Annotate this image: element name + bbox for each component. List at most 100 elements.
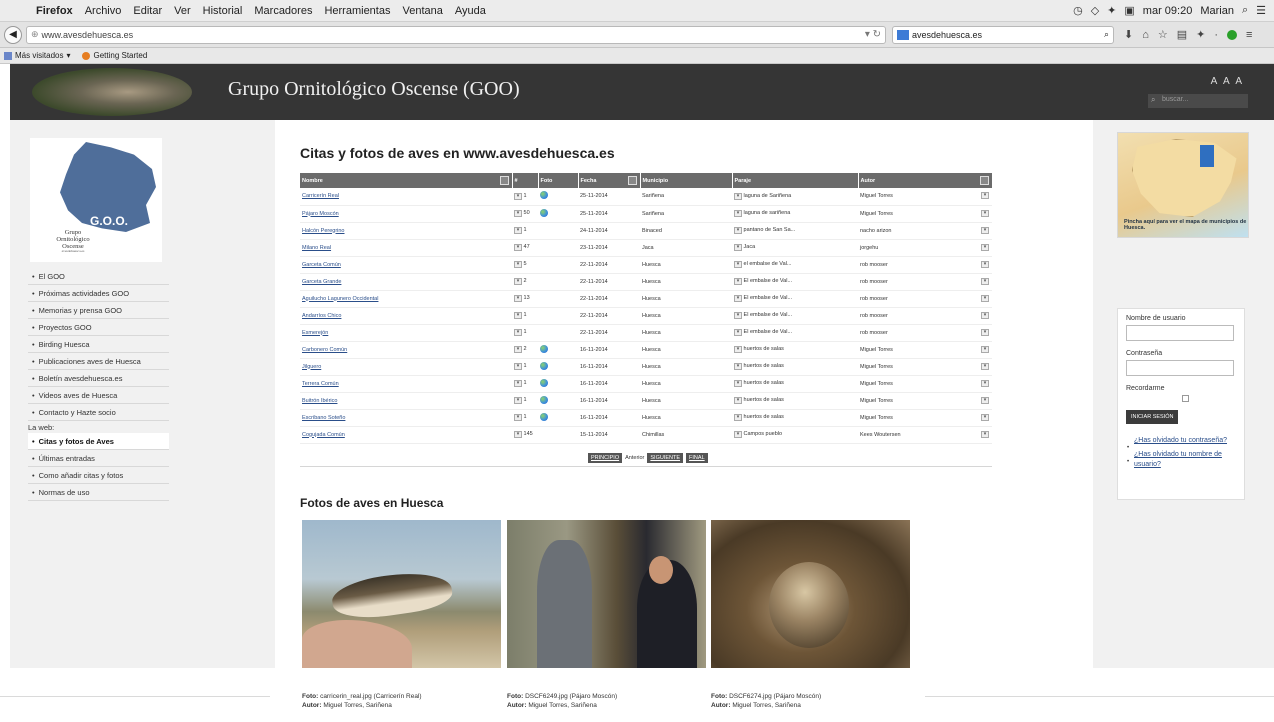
filter-icon[interactable]: ▾ xyxy=(981,243,989,251)
url-text[interactable]: www.avesdehuesca.es xyxy=(42,30,865,40)
site-search-input[interactable]: ⌕ buscar... xyxy=(1148,94,1248,108)
filter-icon[interactable]: ▾ xyxy=(734,312,742,319)
filter-icon[interactable]: ▾ xyxy=(514,192,522,200)
sidebar-item-birding-huesca[interactable]: • Birding Huesca xyxy=(28,336,169,353)
filter-icon[interactable]: ▾ xyxy=(981,226,989,234)
table-row[interactable]: Escribano Soteño ▾ 1 16-11-2014 Huesca ▾ hue… xyxy=(300,409,992,427)
map-caption[interactable]: Pincha aquí para ver el mapa de municipi… xyxy=(1124,219,1248,232)
dot-icon[interactable]: · xyxy=(1214,29,1218,41)
bookmark-getting-started[interactable]: Getting Started xyxy=(82,51,147,60)
user-name[interactable]: Marian xyxy=(1200,5,1234,17)
cell-nombre[interactable]: Jilguero xyxy=(300,358,512,376)
col-header-foto[interactable]: Foto xyxy=(538,173,579,188)
filter-icon[interactable]: ▾ xyxy=(981,294,989,302)
col-header-paraje[interactable]: Paraje xyxy=(732,173,859,188)
cell-nombre[interactable]: Garceta Común xyxy=(300,256,512,274)
sort-icon[interactable] xyxy=(499,176,509,185)
site-title[interactable]: Grupo Ornitológico Oscense (GOO) xyxy=(228,78,520,101)
sidebar-item-el-goo[interactable]: • El GOO xyxy=(28,268,169,285)
menu-herramientas[interactable]: Herramientas xyxy=(318,5,396,17)
sync-icon[interactable]: ◷ xyxy=(1073,4,1083,17)
header-owl-image[interactable] xyxy=(32,68,192,116)
filter-icon[interactable]: ▾ xyxy=(981,413,989,421)
pocket-icon[interactable]: ▤ xyxy=(1177,28,1187,41)
filter-icon[interactable]: ▾ xyxy=(734,397,742,404)
cell-nombre[interactable]: Terrera Común xyxy=(300,375,512,393)
filter-icon[interactable]: ▾ xyxy=(514,261,522,268)
filter-icon[interactable]: ▾ xyxy=(514,346,522,353)
cell-nombre[interactable]: Escribano Soteño xyxy=(300,409,512,427)
display-icon[interactable]: ▣ xyxy=(1124,4,1134,17)
hamburger-menu-icon[interactable]: ≡ xyxy=(1246,29,1252,41)
pager-first-button[interactable]: PRINCIPIO xyxy=(588,453,623,463)
filter-icon[interactable]: ▾ xyxy=(514,380,522,387)
filter-icon[interactable]: ▾ xyxy=(734,192,742,200)
filter-icon[interactable]: ▾ xyxy=(734,329,742,336)
table-row[interactable]: Pájaro Moscón ▾ 50 25-11-2014 Sariñena ▾ lag… xyxy=(300,205,992,223)
menu-archivo[interactable]: Archivo xyxy=(79,5,128,17)
col-header-nombre[interactable]: Nombre xyxy=(300,173,513,188)
filter-icon[interactable]: ▾ xyxy=(514,312,522,319)
table-row[interactable]: Esmerejón ▾ 1 22-11-2014 Huesca ▾ El embalse… xyxy=(300,324,992,342)
table-row[interactable]: Aguilucho Lagunero Occidental ▾ 13 22-11-2… xyxy=(300,290,992,308)
photo-icon[interactable] xyxy=(540,191,548,200)
filter-icon[interactable]: ▾ xyxy=(734,210,742,217)
filter-icon[interactable]: ▾ xyxy=(981,260,989,268)
spotlight-icon[interactable]: ⌕ xyxy=(1242,4,1248,17)
bird-photo-3[interactable] xyxy=(711,520,910,668)
filter-icon[interactable]: ▾ xyxy=(514,295,522,302)
sidebar-item-proyectos[interactable]: • Proyectos GOO xyxy=(28,319,169,336)
filter-icon[interactable]: ▾ xyxy=(514,329,522,336)
menu-ayuda[interactable]: Ayuda xyxy=(449,5,492,17)
filter-icon[interactable]: ▾ xyxy=(734,278,742,285)
sidebar-item-proximas-actividades[interactable]: • Próximas actividades GOO xyxy=(28,285,169,302)
clock[interactable]: mar 09:20 xyxy=(1143,5,1193,17)
sidebar-item-normas[interactable]: • Normas de uso xyxy=(28,484,169,501)
sidebar-item-memorias-prensa[interactable]: • Memorias y prensa GOO xyxy=(28,302,169,319)
download-icon[interactable]: ⬇ xyxy=(1124,28,1133,41)
menu-marcadores[interactable]: Marcadores xyxy=(248,5,318,17)
filter-icon[interactable]: ▾ xyxy=(734,380,742,387)
filter-icon[interactable]: ▾ xyxy=(981,396,989,404)
bluetooth-icon[interactable]: ✦ xyxy=(1107,4,1116,17)
filter-icon[interactable]: ▾ xyxy=(981,277,989,285)
filter-icon[interactable]: ▾ xyxy=(734,261,742,268)
cell-nombre[interactable]: Halcón Peregrino xyxy=(300,222,512,240)
bookmark-star-icon[interactable]: ☆ xyxy=(1158,28,1168,41)
forgot-username-link[interactable]: • ¿Has olvidado tu nombre de usuario? xyxy=(1127,450,1236,469)
table-row[interactable]: Carricerín Real ▾ 1 25-11-2014 Sariñena ▾ la… xyxy=(300,188,992,206)
filter-icon[interactable]: ▾ xyxy=(514,244,522,251)
filter-icon[interactable]: ▾ xyxy=(734,346,742,353)
table-row[interactable]: Carbonero Común ▾ 2 16-11-2014 Huesca ▾ huer… xyxy=(300,341,992,359)
sidebar-item-videos[interactable]: • Videos aves de Huesca xyxy=(28,387,169,404)
col-header-num[interactable]: # xyxy=(512,173,539,188)
status-green-icon[interactable] xyxy=(1227,29,1238,40)
filter-icon[interactable]: ▾ xyxy=(514,227,522,234)
municipios-map-link[interactable]: Pincha aquí para ver el mapa de municipi… xyxy=(1117,132,1249,238)
filter-icon[interactable]: ▾ xyxy=(734,227,742,234)
sidebar-item-boletin[interactable]: • Boletín avesdehuesca.es xyxy=(28,370,169,387)
sidebar-item-citas-fotos[interactable]: • Citas y fotos de Aves xyxy=(28,433,169,450)
filter-icon[interactable]: ▾ xyxy=(734,414,742,421)
search-icon[interactable]: ⌕ xyxy=(1104,29,1109,40)
filter-icon[interactable]: ▾ xyxy=(981,345,989,353)
filter-icon[interactable]: ▾ xyxy=(981,209,989,217)
cell-nombre[interactable]: Carricerín Real xyxy=(300,188,512,206)
home-icon[interactable]: ⌂ xyxy=(1142,29,1149,41)
menu-app-name[interactable]: Firefox xyxy=(30,5,79,17)
filter-icon[interactable]: ▾ xyxy=(734,295,742,302)
goo-logo[interactable]: G.O.O. Grupo Ornitológico Oscense avesde… xyxy=(30,138,162,262)
table-row[interactable]: Garceta Común ▾ 5 22-11-2014 Huesca ▾ el emb… xyxy=(300,256,992,274)
table-row[interactable]: Garceta Grande ▾ 2 22-11-2014 Huesca ▾ El em… xyxy=(300,273,992,291)
table-row[interactable]: Buitrón Ibérico ▾ 1 16-11-2014 Huesca ▾ huer… xyxy=(300,392,992,410)
table-row[interactable]: Milano Real ▾ 47 23-11-2014 Jaca ▾ Jaca jorge… xyxy=(300,239,992,257)
col-header-fecha[interactable]: Fecha xyxy=(578,173,641,188)
browser-search-text[interactable]: avesdehuesca.es xyxy=(912,30,1104,40)
username-input[interactable] xyxy=(1126,325,1234,341)
filter-icon[interactable]: ▾ xyxy=(734,244,742,251)
pager-last-button[interactable]: FINAL xyxy=(686,453,708,463)
remember-checkbox[interactable] xyxy=(1182,395,1189,402)
filter-icon[interactable]: ▾ xyxy=(514,414,522,421)
cell-nombre[interactable]: Pájaro Moscón xyxy=(300,205,512,223)
reload-icon[interactable]: ▾ ↻ xyxy=(865,29,881,40)
